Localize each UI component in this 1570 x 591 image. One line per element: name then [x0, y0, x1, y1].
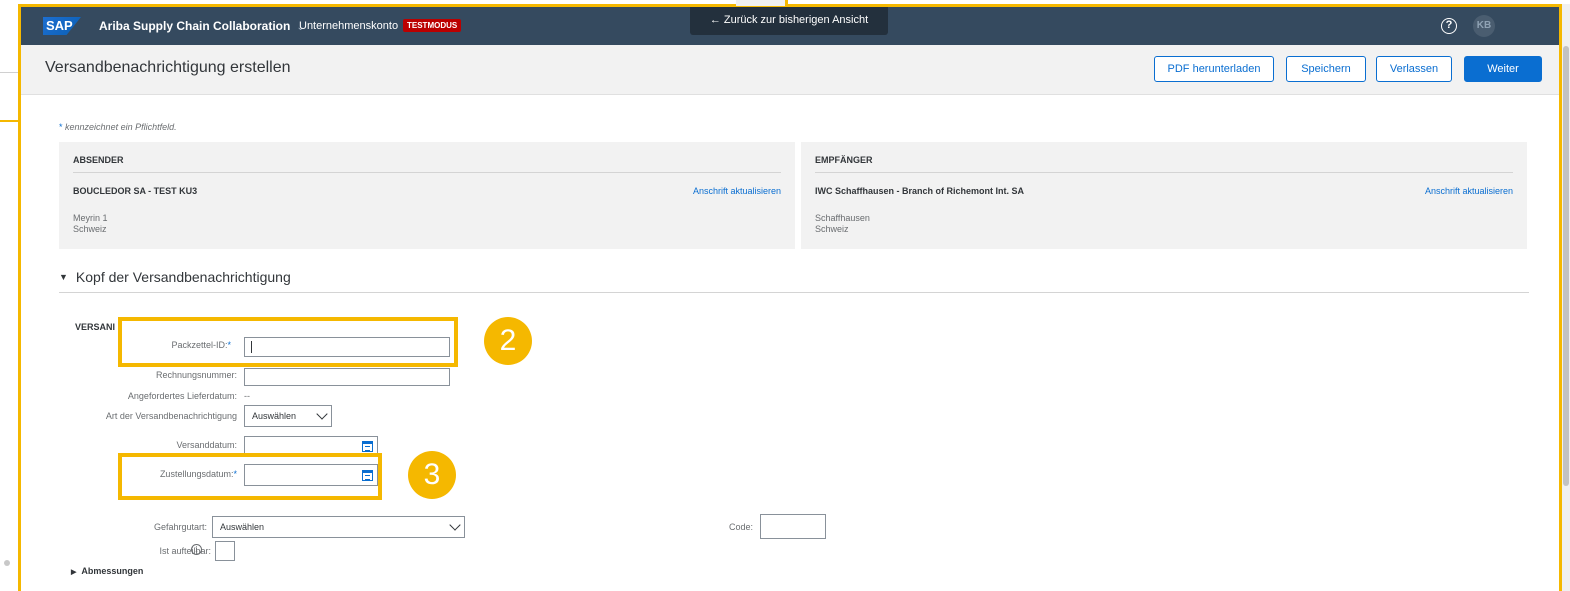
page-header: Versandbenachrichtigung erstellen PDF he… [21, 45, 1559, 95]
required-field-note: * kennzeichnet ein Pflichtfeld. [59, 122, 177, 132]
recipient-heading: EMPFÄNGER [815, 155, 873, 165]
highlight-frame: SAP Ariba Supply Chain Collaboration ⌄ Un… [18, 4, 1562, 591]
ship-date-label: Versanddatum: [176, 440, 237, 450]
divisible-checkbox[interactable] [215, 541, 235, 561]
triangle-down-icon: ▼ [59, 272, 68, 282]
sender-heading: ABSENDER [73, 155, 124, 165]
sender-panel: ABSENDER BOUCLEDOR SA - TEST KU3 Anschri… [59, 142, 795, 249]
avatar[interactable]: KB [1473, 15, 1495, 37]
annotation-frame-notch [736, 0, 788, 6]
form-content: * kennzeichnet ein Pflichtfeld. ABSENDER… [45, 95, 1541, 591]
annotation-highlight-packing-slip [118, 317, 458, 367]
requested-delivery-date-value: -- [244, 391, 250, 401]
background-highlight-edge [0, 120, 18, 122]
calendar-icon[interactable] [362, 441, 373, 452]
dimensions-label: Abmessungen [81, 566, 144, 576]
chevron-down-icon [316, 408, 328, 420]
exit-button[interactable]: Verlassen [1376, 56, 1452, 82]
save-button[interactable]: Speichern [1286, 56, 1366, 82]
recipient-panel: EMPFÄNGER IWC Schaffhausen - Branch of R… [801, 142, 1527, 249]
section-toggle-shipping-header[interactable]: ▼ Kopf der Versandbenachrichtigung [59, 269, 291, 285]
triangle-right-icon: ▶ [71, 569, 77, 576]
test-mode-badge: TESTMODUS [403, 19, 462, 32]
chevron-down-icon [449, 519, 461, 531]
code-input[interactable] [760, 514, 826, 539]
app-title[interactable]: Ariba Supply Chain Collaboration ⌄ [99, 19, 305, 33]
annotation-badge-2: 2 [484, 317, 532, 365]
next-button[interactable]: Weiter [1464, 56, 1542, 82]
download-pdf-button[interactable]: PDF herunterladen [1154, 56, 1274, 82]
recipient-divider [815, 172, 1513, 173]
invoice-number-label: Rechnungsnummer: [155, 370, 237, 380]
recipient-name: IWC Schaffhausen - Branch of Richemont I… [815, 186, 1025, 196]
sender-city: Meyrin 1 [73, 213, 108, 223]
recipient-update-address-link[interactable]: Anschrift aktualisieren [1425, 186, 1513, 196]
vertical-scrollbar[interactable] [1562, 4, 1570, 591]
annotation-highlight-delivery-date [118, 453, 382, 500]
scrollbar-thumb[interactable] [1563, 46, 1569, 486]
dimensions-toggle[interactable]: ▶ Abmessungen [71, 566, 143, 576]
sender-divider [73, 172, 781, 173]
section-divider [59, 292, 1529, 293]
requested-delivery-date-label: Angefordertes Lieferdatum: [127, 391, 237, 401]
recipient-country: Schweiz [815, 224, 849, 234]
app-title-text: Ariba Supply Chain Collaboration [99, 19, 291, 33]
required-star: * [59, 122, 63, 132]
background-dot [4, 560, 10, 566]
hazard-type-selected: Auswählen [220, 522, 265, 532]
account-label[interactable]: Unternehmenskonto [299, 20, 398, 32]
shipping-subsection-label: VERSANI [75, 322, 116, 332]
background-left-strip [0, 0, 18, 591]
hazard-type-select[interactable]: Auswählen [212, 516, 465, 538]
background-divider [0, 72, 18, 73]
back-to-previous-view-link[interactable]: ← Zurück zur bisherigen Ansicht [690, 7, 888, 35]
sender-update-address-link[interactable]: Anschrift aktualisieren [693, 186, 781, 196]
sender-country: Schweiz [73, 224, 107, 234]
recipient-city: Schaffhausen [815, 213, 870, 223]
annotation-badge-3: 3 [408, 451, 456, 499]
notice-type-label: Art der Versandbenachrichtigung [105, 411, 237, 421]
notice-type-select[interactable]: Auswählen [244, 405, 332, 427]
code-label: Code: [728, 522, 753, 532]
sap-logo: SAP [43, 17, 81, 35]
help-icon[interactable]: ? [1441, 18, 1457, 34]
info-icon[interactable]: i [191, 544, 202, 555]
page-title: Versandbenachrichtigung erstellen [45, 59, 291, 76]
sender-name: BOUCLEDOR SA - TEST KU3 [73, 186, 198, 196]
invoice-number-input[interactable] [244, 368, 450, 386]
shell-bar: SAP Ariba Supply Chain Collaboration ⌄ Un… [21, 7, 1559, 45]
notice-type-selected: Auswählen [252, 411, 297, 421]
hazard-type-label: Gefahrgutart: [153, 522, 207, 532]
required-note-text: kennzeichnet ein Pflichtfeld. [65, 122, 177, 132]
section-title: Kopf der Versandbenachrichtigung [75, 269, 291, 285]
